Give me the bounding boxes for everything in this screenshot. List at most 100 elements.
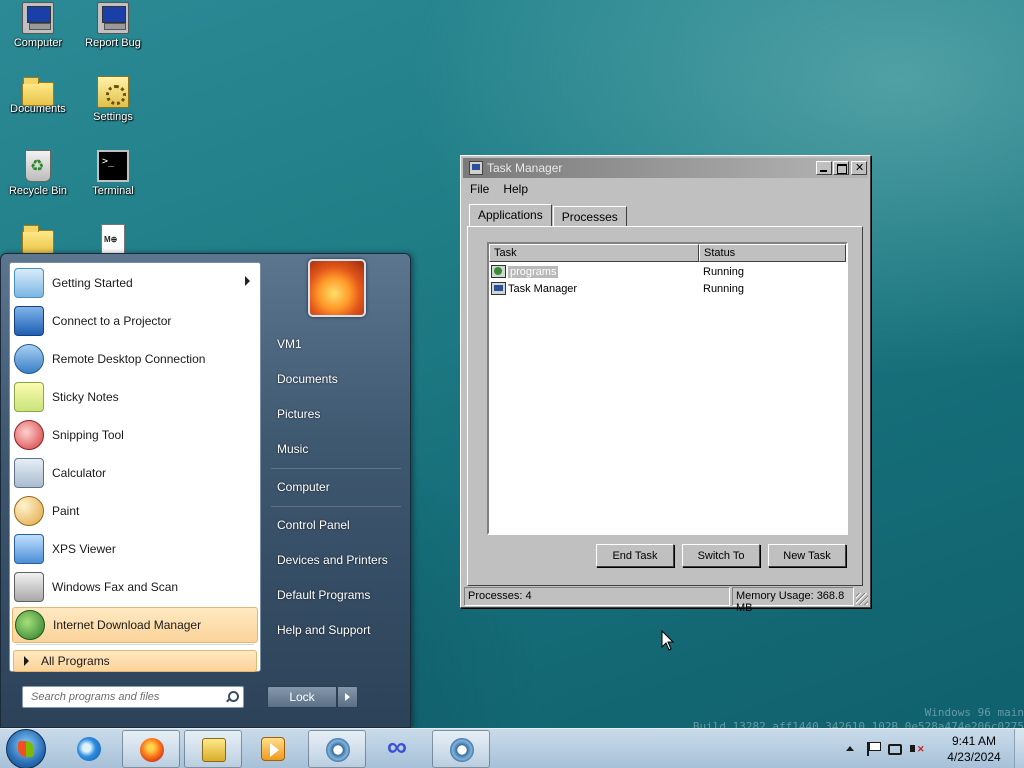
taskbar-app-ring[interactable] (308, 730, 366, 768)
fax-scan-icon (14, 572, 44, 602)
column-task[interactable]: Task (489, 244, 699, 262)
table-row[interactable]: Task Manager Running (489, 280, 846, 297)
link-devices-and-printers[interactable]: Devices and Printers (277, 553, 388, 567)
end-task-button[interactable]: End Task (596, 544, 674, 567)
program-connect-to-projector[interactable]: Connect to a Projector (12, 303, 258, 339)
link-default-programs[interactable]: Default Programs (277, 588, 370, 602)
user-picture[interactable] (308, 259, 366, 317)
desktop-icon-recycle-bin[interactable]: Recycle Bin (0, 150, 76, 197)
clock-time: 9:41 AM (951, 734, 997, 748)
separator (271, 468, 401, 469)
desktop-icon-documents[interactable]: Documents (0, 76, 76, 115)
taskbar-internet-explorer[interactable] (60, 730, 118, 768)
program-getting-started[interactable]: Getting Started (12, 265, 258, 301)
programs-pane: Getting Started Connect to a Projector R… (9, 262, 261, 672)
resize-grip[interactable] (856, 593, 868, 605)
task-manager-icon (491, 282, 506, 295)
program-label: Calculator (52, 466, 107, 480)
taskbar-app-ring-2[interactable] (432, 730, 490, 768)
table-row[interactable]: programs Running (489, 263, 846, 280)
desktop-icon-folder[interactable] (0, 224, 76, 254)
network-icon[interactable] (888, 743, 902, 755)
program-remote-desktop[interactable]: Remote Desktop Connection (12, 341, 258, 377)
program-sticky-notes[interactable]: Sticky Notes (12, 379, 258, 415)
link-pictures[interactable]: Pictures (277, 407, 320, 421)
process-count: Processes: 4 (464, 587, 730, 606)
program-fax-and-scan[interactable]: Windows Fax and Scan (12, 569, 258, 605)
program-internet-download-manager[interactable]: Internet Download Manager (12, 607, 258, 643)
taskbar-infinity-app[interactable] (370, 730, 428, 768)
title-bar[interactable]: Task Manager (463, 158, 868, 178)
program-paint[interactable]: Paint (12, 493, 258, 529)
menu-help[interactable]: Help (496, 180, 535, 198)
link-computer[interactable]: Computer (277, 480, 330, 494)
search-box (22, 686, 244, 708)
getting-started-icon (14, 268, 44, 298)
menu-file[interactable]: File (463, 180, 496, 198)
window-title: Task Manager (487, 161, 563, 175)
program-label: Connect to a Projector (52, 314, 172, 328)
link-music[interactable]: Music (277, 442, 308, 456)
volume-muted-icon[interactable] (909, 741, 925, 757)
calculator-icon (14, 458, 44, 488)
switch-to-button[interactable]: Switch To (682, 544, 760, 567)
tab-processes[interactable]: Processes (552, 206, 627, 226)
program-snipping-tool[interactable]: Snipping Tool (12, 417, 258, 453)
terminal-icon (97, 150, 129, 182)
link-help-and-support[interactable]: Help and Support (277, 623, 370, 637)
separator (16, 644, 254, 645)
task-name: Task Manager (508, 282, 578, 295)
program-xps-viewer[interactable]: XPS Viewer (12, 531, 258, 567)
close-button[interactable] (851, 161, 867, 175)
app-ring-icon (326, 738, 350, 762)
link-documents[interactable]: Documents (277, 372, 338, 386)
taskbar: 9:41 AM 4/23/2024 (0, 728, 1024, 768)
link-control-panel[interactable]: Control Panel (277, 518, 350, 532)
desktop-icon-report-bug[interactable]: Report Bug (75, 2, 151, 49)
app-ring-icon-2 (450, 738, 474, 762)
program-calculator[interactable]: Calculator (12, 455, 258, 491)
show-desktop-button[interactable] (1014, 729, 1024, 768)
start-menu: Getting Started Connect to a Projector R… (0, 253, 411, 728)
action-center-flag-icon[interactable] (865, 741, 881, 757)
desktop-icon-label: Settings (93, 111, 133, 123)
lock-button[interactable]: Lock (267, 686, 337, 708)
taskbar-firefox[interactable] (122, 730, 180, 768)
task-list[interactable]: Task Status programs Running Task Manage… (487, 242, 848, 535)
watermark-line-1: Windows 96 main (924, 706, 1024, 719)
search-input[interactable] (31, 691, 221, 703)
file-explorer-icon (202, 738, 226, 762)
start-button[interactable] (6, 729, 46, 768)
desktop-icon-label: Computer (13, 37, 63, 49)
task-name: programs (508, 265, 559, 278)
task-manager-window: Task Manager File Help Applications Proc… (460, 155, 871, 614)
program-label: Remote Desktop Connection (52, 352, 206, 366)
program-label: Snipping Tool (52, 428, 124, 442)
desktop-icon-settings[interactable]: Settings (75, 76, 151, 123)
desktop-icon-label: Report Bug (85, 37, 141, 49)
show-hidden-icons-icon[interactable] (842, 741, 858, 757)
task-status: Running (703, 282, 744, 295)
program-label: XPS Viewer (52, 542, 116, 556)
search-icon[interactable] (226, 691, 239, 702)
task-status: Running (703, 265, 744, 278)
taskbar-media-player[interactable] (244, 730, 302, 768)
column-status[interactable]: Status (699, 244, 846, 262)
desktop-icon-terminal[interactable]: Terminal (75, 150, 151, 197)
desktop-icon-computer[interactable]: Computer (0, 2, 76, 49)
new-task-button[interactable]: New Task (768, 544, 846, 567)
program-label: Windows Fax and Scan (52, 580, 179, 594)
taskbar-file-explorer[interactable] (184, 730, 242, 768)
all-programs-button[interactable]: All Programs (13, 650, 257, 672)
minimize-button[interactable] (816, 161, 832, 175)
remote-desktop-icon (14, 344, 44, 374)
separator (271, 506, 401, 507)
maximize-button[interactable] (833, 161, 849, 175)
shutdown-options-button[interactable] (337, 686, 358, 708)
clock[interactable]: 9:41 AM 4/23/2024 (938, 733, 1010, 765)
internet-explorer-icon (77, 737, 101, 761)
tab-applications[interactable]: Applications (469, 204, 552, 226)
program-label: Paint (52, 504, 80, 518)
link-vm1[interactable]: VM1 (277, 337, 302, 351)
clock-date: 4/23/2024 (947, 750, 1001, 764)
